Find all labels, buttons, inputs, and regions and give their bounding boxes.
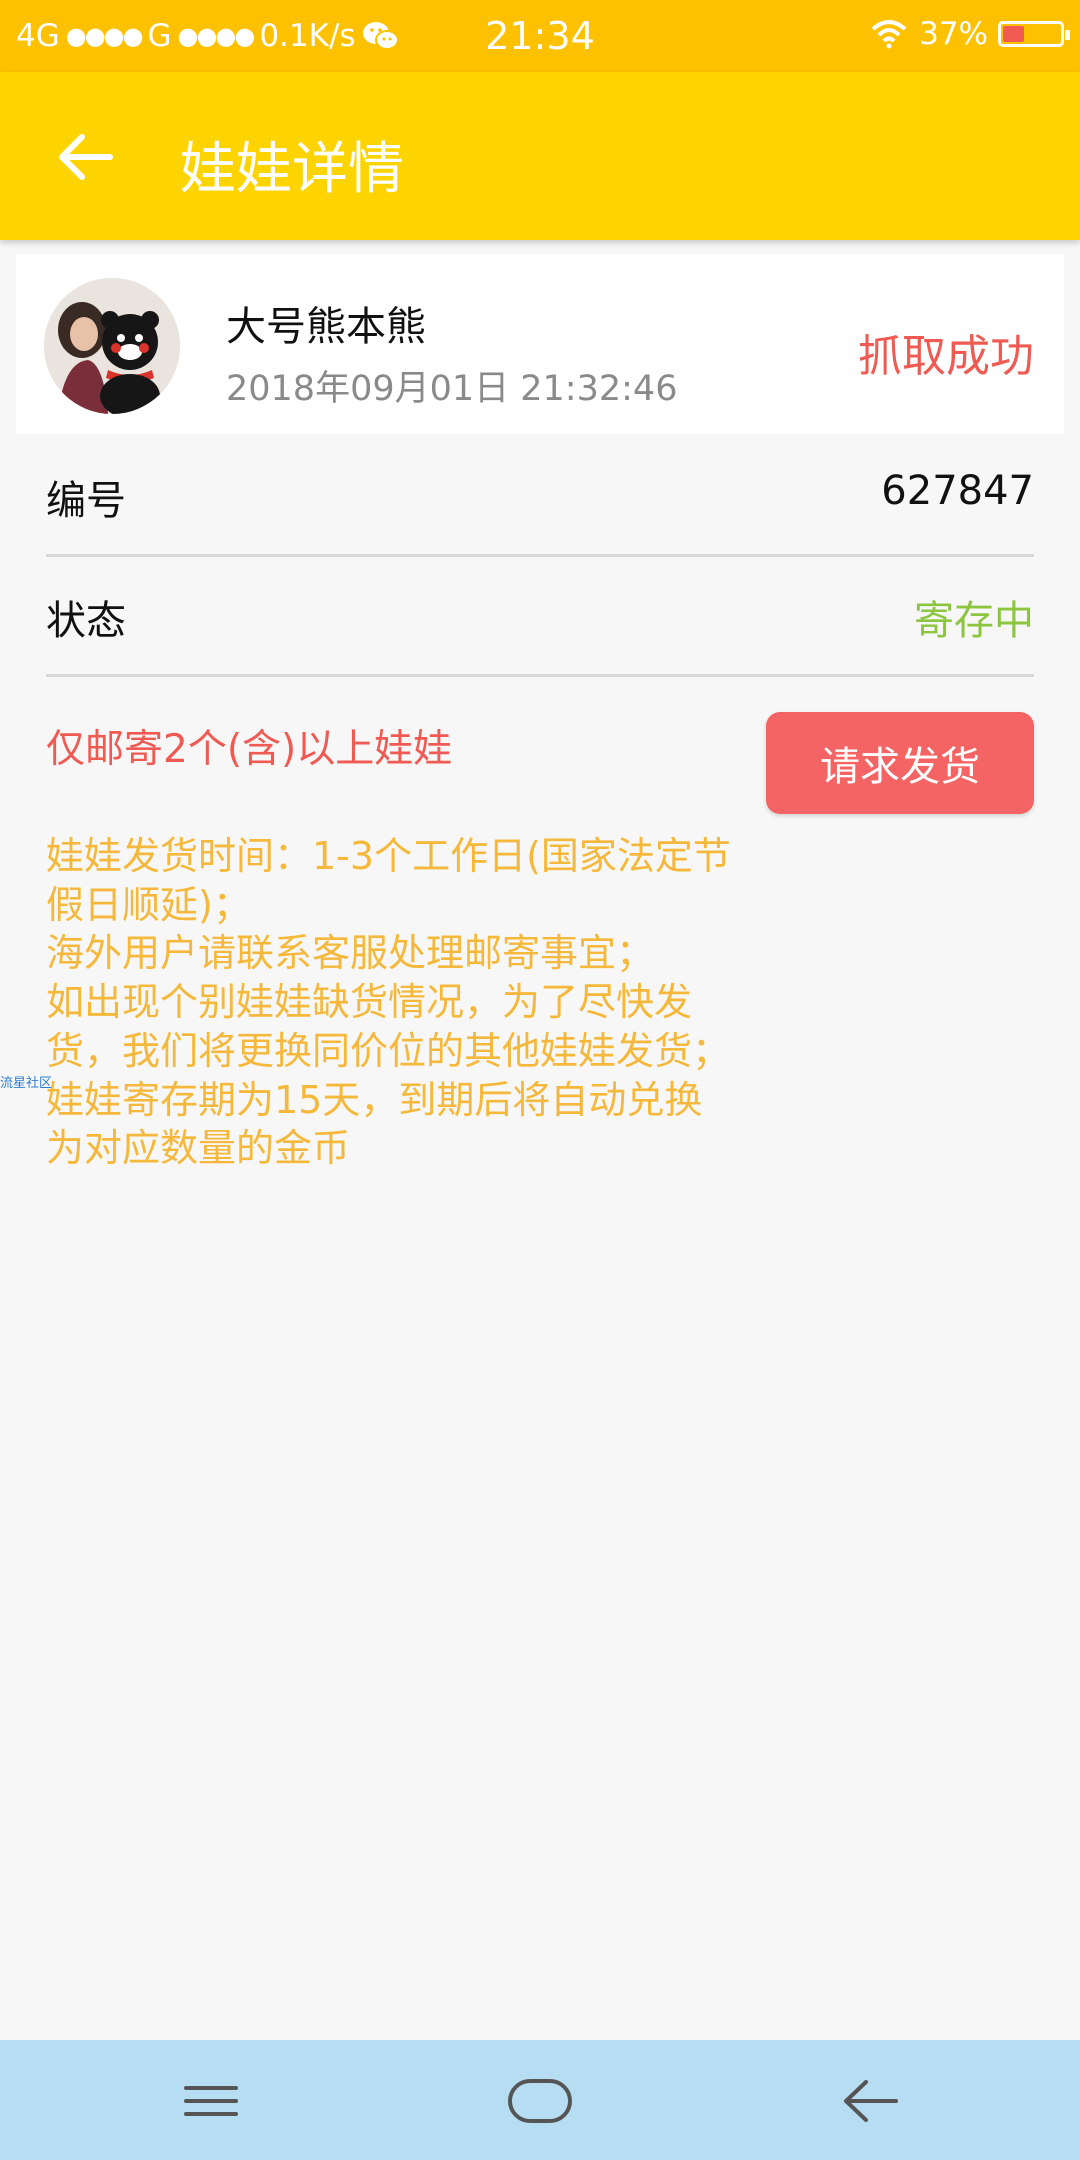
status-label: 状态 xyxy=(46,598,126,644)
back-arrow-icon[interactable] xyxy=(50,122,120,192)
note-item: 娃娃发货时间：1-3个工作日(国家法定节假日顺延)； xyxy=(46,834,731,927)
minimum-shipping-notice: 仅邮寄2个(含)以上娃娃 xyxy=(46,727,453,772)
back-icon[interactable] xyxy=(836,2066,906,2136)
number-label: 编号 xyxy=(46,478,126,524)
note-item: 娃娃寄存期为15天，到期后将自动兑换为对应数量的金币 xyxy=(46,1077,703,1171)
catch-result: 抓取成功 xyxy=(858,331,1034,382)
avatar xyxy=(44,278,180,414)
number-value: 627847 xyxy=(881,468,1034,514)
battery-fill xyxy=(1003,26,1024,42)
wifi-icon xyxy=(871,20,907,49)
shipping-notes: 娃娃发货时间：1-3个工作日(国家法定节假日顺延)； 海外用户请联系客服处理邮寄… xyxy=(46,832,736,1173)
request-shipping-button[interactable]: 请求发货 xyxy=(766,712,1034,814)
status-row: 状态 寄存中 xyxy=(46,554,1034,677)
avatar-image xyxy=(44,278,180,414)
note-item: 海外用户请联系客服处理邮寄事宜； xyxy=(46,931,655,976)
doll-card[interactable]: 大号熊本熊 2018年09月01日 21:32:46 抓取成功 xyxy=(16,254,1064,434)
status-value: 寄存中 xyxy=(914,598,1034,644)
battery-icon xyxy=(998,21,1070,47)
watermark: 流星社区 xyxy=(0,1076,53,1091)
note-item: 如出现个别娃娃缺货情况，为了尽快发货，我们将更换同价位的其他娃娃发货； xyxy=(46,980,731,1073)
status-bar: 4G ●●●● G ●●●● 0.1K/s 21:34 37% xyxy=(0,0,1080,72)
battery-percent: 37% xyxy=(919,16,988,52)
page-title: 娃娃详情 xyxy=(180,137,404,202)
catch-time: 2018年09月01日 21:32:46 xyxy=(226,369,678,409)
number-row: 编号 627847 xyxy=(46,434,1034,557)
doll-name: 大号熊本熊 xyxy=(226,304,426,350)
status-right: 37% xyxy=(869,16,1070,52)
home-icon[interactable] xyxy=(505,2066,575,2136)
menu-icon[interactable] xyxy=(176,2066,246,2136)
system-nav-bar xyxy=(0,2040,1080,2160)
app-bar: 娃娃详情 xyxy=(0,72,1080,240)
